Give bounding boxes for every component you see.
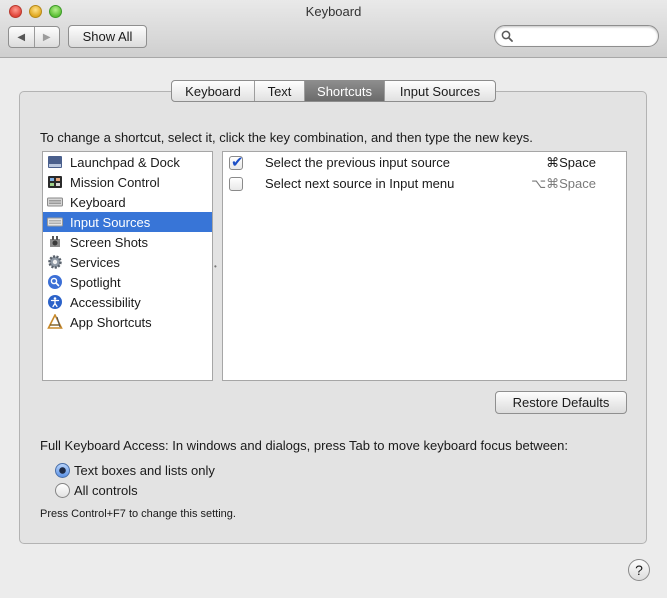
- accessibility-icon: [47, 294, 63, 310]
- checkmark-icon: ✔: [231, 153, 244, 171]
- shortcut-label: Select the previous input source: [265, 155, 450, 170]
- radio-label: All controls: [74, 482, 138, 498]
- keyboard-preferences-window: Keyboard ◀ ▶ Show All Keyboard Text Shor…: [0, 0, 667, 598]
- radio-selected-icon[interactable]: [55, 462, 70, 478]
- category-accessibility[interactable]: Accessibility: [43, 292, 212, 312]
- search-field[interactable]: [494, 25, 659, 47]
- tab-shortcuts[interactable]: Shortcuts: [305, 81, 385, 101]
- forward-arrow-icon: ▶: [42, 31, 51, 43]
- category-label: Accessibility: [70, 294, 141, 310]
- gear-icon: [47, 254, 63, 270]
- tab-bar: Keyboard Text Shortcuts Input Sources: [171, 80, 496, 102]
- back-button[interactable]: ◀: [9, 27, 35, 47]
- full-keyboard-access-label: Full Keyboard Access: In windows and dia…: [40, 438, 568, 453]
- forward-button[interactable]: ▶: [35, 27, 60, 47]
- title-toolbar: Keyboard ◀ ▶ Show All: [0, 0, 667, 58]
- shortcut-row[interactable]: ✔ Select the previous input source ⌘Spac…: [223, 152, 626, 173]
- launchpad-dock-icon: [47, 154, 63, 170]
- radio-label: Text boxes and lists only: [74, 462, 215, 478]
- shortcut-category-list[interactable]: Launchpad & Dock Mission Control Keyboar…: [42, 151, 213, 381]
- shortcut-keys[interactable]: ⌘Space: [546, 155, 596, 171]
- category-label: Services: [70, 254, 120, 270]
- radio-text-boxes-and-lists[interactable]: Text boxes and lists only: [55, 461, 215, 479]
- spotlight-icon: [47, 274, 63, 290]
- category-label: Spotlight: [70, 274, 121, 290]
- app-shortcuts-icon: [47, 314, 63, 330]
- category-label: App Shortcuts: [70, 314, 152, 330]
- category-mission-control[interactable]: Mission Control: [43, 172, 212, 192]
- radio-all-controls[interactable]: All controls: [55, 481, 138, 499]
- restore-defaults-button[interactable]: Restore Defaults: [495, 391, 627, 414]
- tab-text[interactable]: Text: [255, 81, 305, 101]
- help-button[interactable]: ?: [628, 559, 650, 581]
- search-icon: [501, 30, 513, 42]
- category-services[interactable]: Services: [43, 252, 212, 272]
- tab-input-sources[interactable]: Input Sources: [385, 81, 495, 101]
- shortcut-keys[interactable]: ⌥⌘Space: [531, 176, 596, 192]
- keyboard-access-hint: Press Control+F7 to change this setting.: [40, 508, 236, 520]
- category-label: Screen Shots: [70, 234, 149, 250]
- category-label: Launchpad & Dock: [70, 154, 180, 170]
- instruction-text: To change a shortcut, select it, click t…: [40, 130, 533, 145]
- category-launchpad-dock[interactable]: Launchpad & Dock: [43, 152, 212, 172]
- category-label: Keyboard: [70, 194, 126, 210]
- back-arrow-icon: ◀: [17, 31, 26, 43]
- back-forward-control: ◀ ▶: [8, 26, 60, 48]
- shortcut-row[interactable]: Select next source in Input menu ⌥⌘Space: [223, 173, 626, 194]
- radio-unselected-icon[interactable]: [55, 482, 70, 498]
- category-label: Mission Control: [70, 174, 160, 190]
- screen-shots-icon: [47, 234, 63, 250]
- mission-control-icon: [47, 174, 63, 190]
- shortcut-enable-checkbox[interactable]: ✔: [229, 153, 244, 171]
- category-spotlight[interactable]: Spotlight: [43, 272, 212, 292]
- shortcut-enable-checkbox[interactable]: [229, 176, 243, 191]
- search-input[interactable]: [517, 28, 652, 44]
- category-screen-shots[interactable]: Screen Shots: [43, 232, 212, 252]
- split-view-handle[interactable]: •: [214, 262, 217, 271]
- category-input-sources[interactable]: Input Sources: [43, 212, 212, 232]
- tab-keyboard[interactable]: Keyboard: [172, 81, 255, 101]
- show-all-button[interactable]: Show All: [68, 25, 147, 48]
- shortcut-label: Select next source in Input menu: [265, 176, 455, 191]
- shortcut-list[interactable]: ✔ Select the previous input source ⌘Spac…: [222, 151, 627, 381]
- category-app-shortcuts[interactable]: App Shortcuts: [43, 312, 212, 332]
- keyboard-icon: [47, 194, 63, 210]
- category-keyboard[interactable]: Keyboard: [43, 192, 212, 212]
- input-sources-icon: [47, 214, 63, 230]
- window-title: Keyboard: [305, 4, 362, 19]
- category-label: Input Sources: [70, 214, 151, 230]
